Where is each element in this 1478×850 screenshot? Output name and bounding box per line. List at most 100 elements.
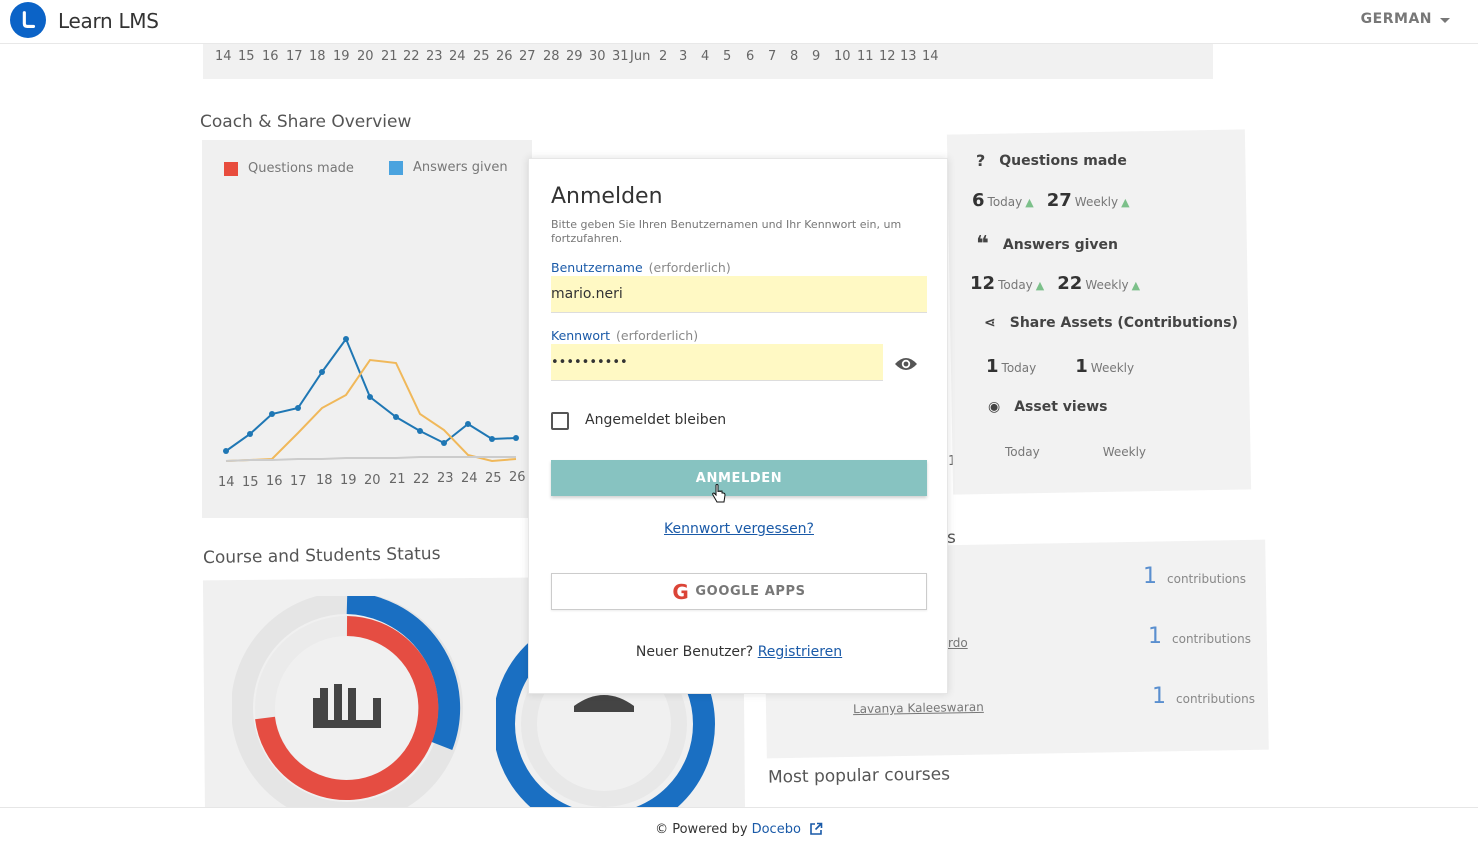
series-views-line [225, 456, 516, 462]
learn-lms-logo-icon[interactable] [10, 2, 46, 38]
date-strip-label: 14 [922, 49, 939, 64]
stat-share-assets: ⋖ Share Assets (Contributions) [984, 315, 1238, 331]
footer: © Powered by Docebo [0, 807, 1478, 850]
coach-stats-panel [946, 129, 1252, 495]
coach-share-title: Coach & Share Overview [200, 112, 412, 132]
series-questions-line [225, 358, 517, 463]
stat-share-values: 1 Today 1 Weekly [986, 356, 1134, 377]
powered-by-text: © Powered by [655, 821, 748, 837]
show-password-eye-icon[interactable] [893, 353, 919, 375]
chart-x-tick-label: 17 [290, 474, 307, 489]
contribution-unit: contributions [1167, 572, 1246, 586]
date-strip-label: 16 [262, 49, 279, 64]
date-strip-label: 8 [790, 49, 799, 64]
date-strip-label: 4 [701, 49, 710, 64]
google-icon: G [672, 579, 690, 604]
chevron-down-icon [1440, 17, 1450, 23]
date-strip-label: 19 [333, 49, 350, 64]
password-label-text: Kennwort [551, 328, 611, 343]
stat-questions-made: ? Questions made [976, 151, 1127, 170]
date-strip-label: 5 [723, 49, 732, 64]
stat-unit: Today [1005, 445, 1040, 459]
remember-me-label[interactable]: Angemeldet bleiben [585, 412, 726, 428]
forgot-password-link[interactable]: Kennwort vergessen? [529, 521, 949, 537]
login-dialog: Anmelden Bitte geben Sie Ihren Benutzern… [528, 158, 948, 694]
contribution-unit: contributions [1176, 692, 1255, 706]
date-strip-label: 30 [589, 49, 606, 64]
date-strip-label: 26 [496, 49, 513, 64]
date-strip-label: 11 [857, 49, 874, 64]
date-strip-label: 3 [679, 49, 688, 64]
date-strip-label: 25 [473, 49, 490, 64]
remember-me-checkbox[interactable] [551, 412, 569, 430]
share-icon: ⋖ [984, 315, 996, 331]
chart-x-tick-label: 14 [218, 475, 235, 490]
eye-icon: ◉ [988, 399, 1001, 415]
legend-label: Answers given [413, 160, 508, 175]
login-description: Bitte geben Sie Ihren Benutzernamen und … [551, 218, 902, 245]
contributor-row: 1 contributions [1148, 624, 1251, 649]
contribution-count: 1 [1152, 684, 1166, 709]
date-strip-label: 2 [659, 49, 668, 64]
date-strip-label: 24 [449, 49, 466, 64]
stat-unit: Weekly [1074, 195, 1119, 209]
chart-x-tick-label: 16 [266, 474, 283, 489]
date-strip-label: 13 [900, 49, 917, 64]
language-label: GERMAN [1360, 11, 1432, 27]
question-mark-icon: ? [976, 151, 986, 170]
date-strip-label: 27 [519, 49, 536, 64]
hand-cursor-icon [712, 484, 726, 503]
chart-x-tick-label: 23 [437, 471, 454, 486]
stat-unit: Weekly [1085, 278, 1129, 292]
required-hint: (erforderlich) [616, 328, 699, 343]
stat-value: 6 [972, 190, 985, 211]
chart-x-tick-label: 19 [340, 473, 357, 488]
popular-courses-title: Most popular courses [767, 764, 951, 788]
stat-unit: Weekly [1090, 361, 1135, 375]
chart-x-tick-label: 22 [413, 472, 430, 487]
password-input[interactable]: •••••••••• [551, 344, 883, 381]
legend-questions: Questions made [224, 161, 354, 176]
stat-value: 1 [986, 356, 999, 377]
date-strip-label: 17 [286, 49, 303, 64]
google-apps-button[interactable]: G GOOGLE APPS [551, 573, 927, 610]
username-label: Benutzername (erforderlich) [551, 260, 731, 275]
stat-unit: Today [987, 195, 1023, 209]
docebo-link[interactable]: Docebo [752, 822, 801, 837]
date-strip-label: 18 [309, 49, 326, 64]
legend-swatch [224, 161, 238, 176]
login-title: Anmelden [551, 184, 663, 209]
contributor-name[interactable]: Lavanya Kaleeswaran [853, 700, 984, 716]
app-name: Learn LMS [58, 9, 159, 33]
new-user-row: Neuer Benutzer? Registrieren [529, 644, 949, 660]
date-strip-label: 22 [403, 49, 420, 64]
top-header: Learn LMS GERMAN [0, 0, 1478, 44]
stat-views-values: Today Weekly [1005, 445, 1146, 459]
date-strip-label: Jun [630, 49, 651, 64]
stat-value: 1 [1075, 356, 1088, 377]
chart-x-tick-label: 21 [389, 472, 406, 487]
stat-label: Answers given [1002, 236, 1119, 253]
date-strip-label: 6 [746, 49, 755, 64]
arrow-up-icon: ▲ [1035, 279, 1045, 292]
language-selector[interactable]: GERMAN [1361, 11, 1450, 27]
legend-label: Questions made [248, 161, 354, 176]
password-label: Kennwort (erforderlich) [551, 328, 698, 343]
stat-questions-values: 6 Today ▲ 27 Weekly ▲ [972, 190, 1130, 211]
stat-label: Questions made [999, 152, 1127, 169]
stat-asset-views: ◉ Asset views [988, 399, 1107, 415]
contributor-name[interactable]: rdo [948, 636, 968, 650]
chart-x-tick-label: 26 [509, 470, 526, 485]
login-button[interactable]: ANMELDEN [551, 460, 927, 496]
chart-x-tick-label: 24 [461, 471, 478, 486]
chart-x-tick-label: 25 [485, 471, 502, 486]
stat-answers-values: 12 Today ▲ 22 Weekly ▲ [970, 273, 1140, 294]
chart-x-tick-label: 18 [316, 473, 333, 488]
new-user-text: Neuer Benutzer? [635, 644, 754, 660]
stat-value: 22 [1057, 273, 1083, 294]
legend-answers: Answers given [389, 160, 508, 175]
username-input[interactable]: mario.neri [551, 276, 927, 313]
register-link[interactable]: Registrieren [758, 644, 842, 660]
external-link-icon[interactable] [809, 822, 823, 836]
date-strip-label: 23 [426, 49, 443, 64]
